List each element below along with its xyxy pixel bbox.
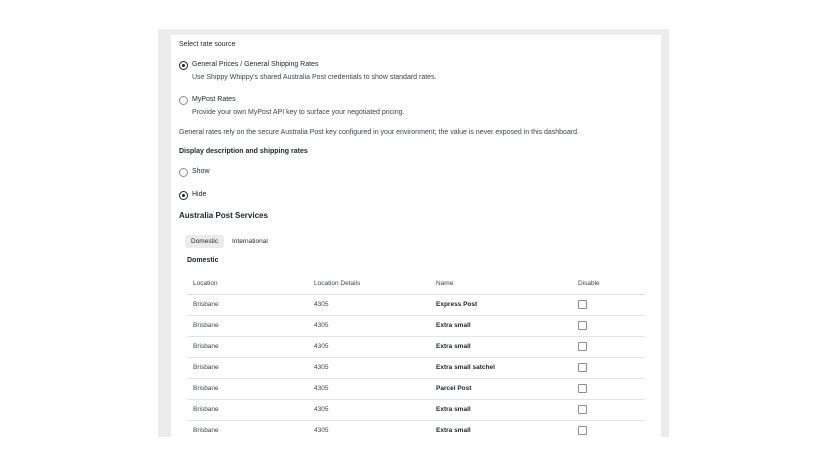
name-cell: Extra small [436, 427, 471, 434]
mypost-rates-description: Provide your own MyPost API key to surfa… [192, 109, 405, 116]
table-header: Location Location Details Name Disable [187, 274, 645, 295]
location-cell: Brisbane [193, 427, 219, 434]
location-cell: Brisbane [193, 301, 219, 308]
name-cell: Extra small [436, 343, 471, 350]
radio-general-rates[interactable] [179, 61, 188, 70]
services-table: Location Location Details Name Disable B… [187, 274, 645, 437]
disable-checkbox[interactable] [578, 300, 587, 309]
table-row: Brisbane 4305 Extra small [187, 337, 645, 358]
location-cell: Brisbane [193, 364, 219, 371]
rate-source-heading: Select rate source [179, 41, 236, 48]
disable-checkbox[interactable] [578, 363, 587, 372]
general-rates-description: Use Shippy Whippy's shared Australia Pos… [192, 74, 437, 81]
column-name: Name [436, 280, 454, 287]
table-row: Brisbane 4305 Extra small satchel [187, 358, 645, 379]
table-row: Brisbane 4305 Extra small [187, 421, 645, 437]
details-cell: 4305 [314, 343, 329, 350]
disable-checkbox[interactable] [578, 342, 587, 351]
settings-card: Select rate source General Prices / Gene… [171, 35, 661, 437]
tab-domestic[interactable]: Domestic [185, 235, 225, 248]
name-cell: Extra small [436, 406, 471, 413]
column-location: Location [193, 280, 218, 287]
table-row: Brisbane 4305 Express Post [187, 295, 645, 316]
location-cell: Brisbane [193, 322, 219, 329]
details-cell: 4305 [314, 385, 329, 392]
disable-checkbox[interactable] [578, 321, 587, 330]
column-location-details: Location Details [314, 280, 361, 287]
radio-mypost-rates[interactable] [179, 96, 188, 105]
radio-hide[interactable] [179, 191, 188, 200]
details-cell: 4305 [314, 301, 329, 308]
details-cell: 4305 [314, 406, 329, 413]
name-cell: Parcel Post [436, 385, 472, 392]
disable-checkbox[interactable] [578, 405, 587, 414]
disable-checkbox[interactable] [578, 426, 587, 435]
display-heading: Display description and shipping rates [179, 148, 308, 155]
services-heading: Australia Post Services [179, 211, 268, 220]
general-rates-label[interactable]: General Prices / General Shipping Rates [192, 61, 318, 68]
domestic-section-title: Domestic [187, 257, 219, 264]
name-cell: Extra small [436, 322, 471, 329]
location-cell: Brisbane [193, 406, 219, 413]
rate-source-note: General rates rely on the secure Austral… [179, 129, 580, 136]
show-label[interactable]: Show [192, 168, 210, 175]
location-cell: Brisbane [193, 385, 219, 392]
details-cell: 4305 [314, 322, 329, 329]
location-cell: Brisbane [193, 343, 219, 350]
name-cell: Express Post [436, 301, 478, 308]
table-row: Brisbane 4305 Parcel Post [187, 379, 645, 400]
details-cell: 4305 [314, 364, 329, 371]
disable-checkbox[interactable] [578, 384, 587, 393]
hide-label[interactable]: Hide [192, 191, 206, 198]
details-cell: 4305 [314, 427, 329, 434]
column-disable: Disable [578, 280, 600, 287]
table-row: Brisbane 4305 Extra small [187, 400, 645, 421]
radio-show[interactable] [179, 168, 188, 177]
name-cell: Extra small satchel [436, 364, 495, 371]
mypost-rates-label[interactable]: MyPost Rates [192, 96, 236, 103]
table-row: Brisbane 4305 Extra small [187, 316, 645, 337]
tab-international[interactable]: International [226, 235, 274, 248]
